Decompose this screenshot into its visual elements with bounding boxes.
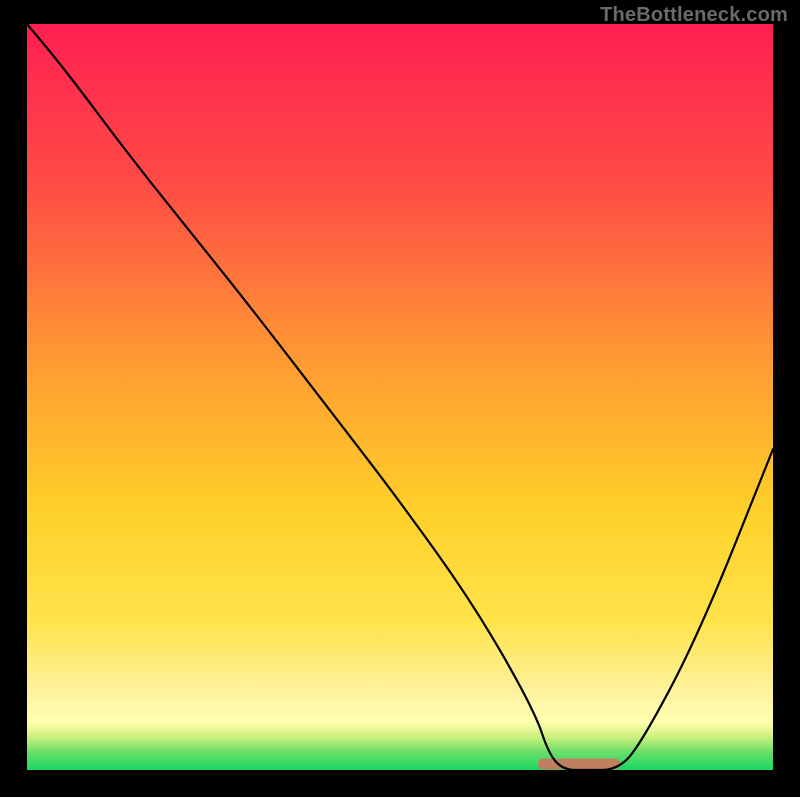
bottleneck-chart: TheBottleneck.com: [0, 0, 800, 800]
valley-marker: [538, 759, 620, 770]
chart-svg: [0, 0, 800, 800]
attribution-label: TheBottleneck.com: [600, 4, 788, 27]
plot-background: [27, 24, 773, 770]
